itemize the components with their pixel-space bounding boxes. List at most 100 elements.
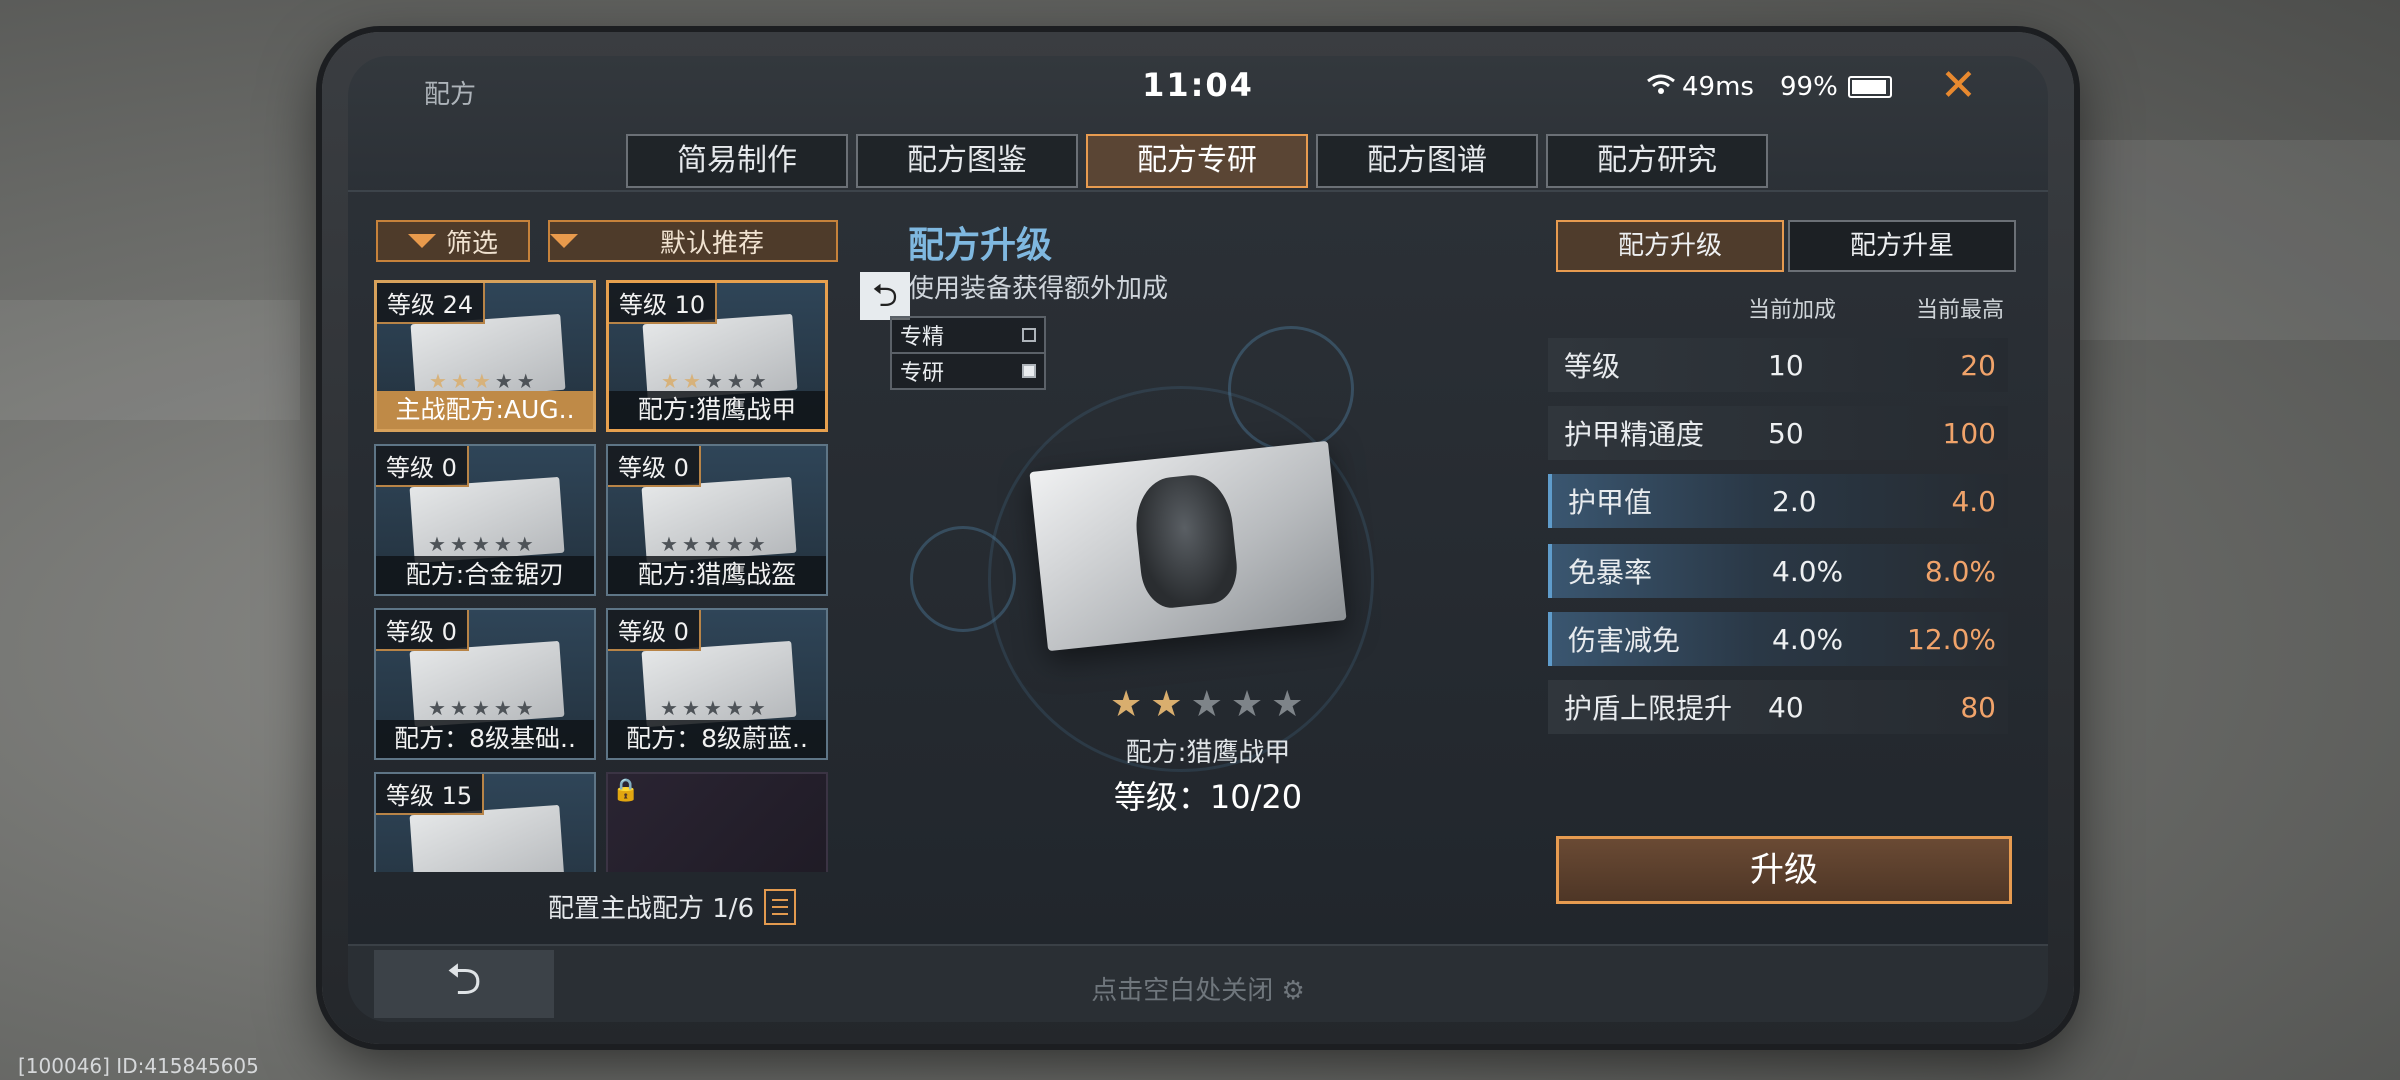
star-icon: ★ xyxy=(1230,684,1264,725)
card-stars: ★ ★ ★ ★ ★ xyxy=(660,532,766,556)
lock-icon: 🔒 xyxy=(612,778,640,803)
star-icon: ★ xyxy=(725,696,744,720)
battery-value: 99% xyxy=(1780,72,1838,102)
star-icon: ★ xyxy=(472,369,491,393)
star-icon: ★ xyxy=(515,696,534,720)
column-header-max: 当前最高 xyxy=(1916,298,2005,323)
status-bar: 配方 11:04 49ms 99% ✕ xyxy=(348,56,2048,116)
clipboard-icon xyxy=(764,888,797,925)
mode-label: 专精 xyxy=(900,325,945,350)
mode-label: 专研 xyxy=(900,361,945,386)
recipe-card-selected[interactable]: ★ ★ ★ ★ ★ 等级 10 配方:猎鹰战甲 xyxy=(606,280,828,432)
star-icon: ★ xyxy=(450,369,469,393)
star-icon: ★ xyxy=(1110,684,1143,725)
star-icon: ★ xyxy=(725,532,744,556)
stat-name: 护盾上限提升 xyxy=(1564,692,1733,725)
star-icon: ★ xyxy=(747,532,766,556)
card-name: 配方：8级蔚蓝.. xyxy=(608,720,826,758)
tab-simple-craft[interactable]: 简易制作 xyxy=(626,134,848,188)
ping-indicator: 49ms xyxy=(1646,72,1754,102)
star-icon: ★ xyxy=(429,369,447,393)
card-level: 等级 0 xyxy=(608,610,701,651)
star-icon: ★ xyxy=(681,696,700,720)
star-icon: ★ xyxy=(1271,684,1304,725)
recipe-card[interactable]: ★ ★ ★ ★ ★ 等级 0 配方：8级基础.. xyxy=(374,608,596,760)
background-stripe xyxy=(2080,140,2400,340)
card-name: 主战配方:AUG.. xyxy=(377,391,593,429)
star-icon: ★ xyxy=(449,696,468,720)
battery-icon xyxy=(1847,76,1892,98)
card-level: 等级 0 xyxy=(376,610,469,651)
star-icon: ★ xyxy=(516,369,535,393)
config-main-recipe[interactable]: 配置主战配方 1/6 xyxy=(548,888,797,925)
player-id: [100046] ID:415845605 xyxy=(18,1054,259,1078)
mode-option-specialize[interactable]: 专精 xyxy=(892,318,1044,354)
section-title: 配方升级 xyxy=(908,225,1053,266)
main-tabs: 简易制作 配方图鉴 配方专研 配方图谱 配方研究 xyxy=(626,134,1768,188)
return-icon[interactable]: ⮌ xyxy=(860,272,910,320)
card-name: 配方：8级基础.. xyxy=(376,720,594,758)
selected-recipe-level: 等级：10/20 xyxy=(1113,778,1303,816)
recipe-card[interactable]: ★ ★ ★ ★ ★ 等级 0 配方：8级蔚蓝.. xyxy=(606,608,828,760)
card-level: 等级 24 xyxy=(377,283,486,324)
star-icon: ★ xyxy=(661,369,679,393)
filter-button[interactable]: 筛选 xyxy=(376,220,530,262)
divider xyxy=(348,190,2048,192)
stat-max: 8.0% xyxy=(1924,554,1996,588)
card-stars: ★ ★ ★ ★ ★ xyxy=(428,696,534,720)
stat-name: 等级 xyxy=(1564,350,1621,383)
star-icon: ★ xyxy=(682,369,701,393)
stat-name: 护甲精通度 xyxy=(1564,418,1705,451)
card-level: 等级 0 xyxy=(376,446,469,487)
star-icon: ★ xyxy=(471,696,490,720)
stat-current: 4.0% xyxy=(1772,622,1844,656)
tab-recipe-research[interactable]: 配方研究 xyxy=(1546,134,1768,188)
card-name: 配方:合金锯刃 xyxy=(376,556,594,594)
gear-icon: ⚙ xyxy=(1281,976,1305,1006)
chevron-down-icon xyxy=(550,234,578,248)
recipe-card-locked[interactable]: 🔒 xyxy=(606,772,828,872)
stat-max: 100 xyxy=(1942,416,1996,450)
star-icon: ★ xyxy=(449,532,468,556)
star-icon: ★ xyxy=(704,369,723,393)
card-level: 等级 10 xyxy=(609,283,718,324)
recipe-card[interactable]: 等级 15 xyxy=(374,772,596,872)
star-icon: ★ xyxy=(703,532,722,556)
stat-row: 护盾上限提升 40 80 xyxy=(1548,680,2008,734)
stat-max: 20 xyxy=(1960,348,1996,382)
upgrade-button[interactable]: 升级 xyxy=(1556,836,2012,904)
tap-to-close-hint[interactable]: 点击空白处关闭 ⚙ xyxy=(348,970,2048,1007)
mode-selector: 专精 专研 xyxy=(890,316,1046,390)
star-icon: ★ xyxy=(726,369,745,393)
tab-recipe-upgrade[interactable]: 配方升级 xyxy=(1556,220,1784,272)
recipe-grid: ★ ★ ★ ★ ★ 等级 24 主战配方:AUG.. ★ ★ ★ ★ ★ 等级 10 配方:猎鹰… xyxy=(374,280,838,872)
tab-recipe-atlas[interactable]: 配方图谱 xyxy=(1316,134,1538,188)
card-level: 等级 0 xyxy=(608,446,701,487)
tab-recipe-study[interactable]: 配方专研 xyxy=(1086,134,1308,188)
selected-recipe-name: 配方:猎鹰战甲 xyxy=(1125,738,1291,768)
column-header-current: 当前加成 xyxy=(1748,298,1837,323)
star-icon: ★ xyxy=(660,696,678,720)
star-icon: ★ xyxy=(681,532,700,556)
checkbox[interactable] xyxy=(1022,364,1036,378)
ping-value: 49ms xyxy=(1682,72,1754,102)
stat-current: 2.0 xyxy=(1772,484,1817,518)
checkbox[interactable] xyxy=(1022,328,1036,342)
recipe-card[interactable]: ★ ★ ★ ★ ★ 等级 0 配方:猎鹰战盔 xyxy=(606,444,828,596)
stat-name: 伤害减免 xyxy=(1568,624,1681,657)
filter-label: 筛选 xyxy=(445,228,498,259)
tab-recipe-star-up[interactable]: 配方升星 xyxy=(1788,220,2016,272)
config-text: 配置主战配方 1/6 xyxy=(548,894,755,924)
close-icon[interactable]: ✕ xyxy=(1940,64,1977,108)
card-stars: ★ ★ ★ ★ ★ xyxy=(660,696,766,720)
card-stars: ★ ★ ★ ★ ★ xyxy=(429,369,535,393)
sort-dropdown[interactable]: 默认推荐 xyxy=(548,220,838,262)
battery-indicator: 99% xyxy=(1780,72,1892,102)
recipe-card[interactable]: ★ ★ ★ ★ ★ 等级 0 配方:合金锯刃 xyxy=(374,444,596,596)
tab-recipe-codex[interactable]: 配方图鉴 xyxy=(856,134,1078,188)
wifi-icon xyxy=(1646,72,1676,102)
mode-option-study[interactable]: 专研 xyxy=(892,354,1044,388)
recipe-card[interactable]: ★ ★ ★ ★ ★ 等级 24 主战配方:AUG.. xyxy=(374,280,596,432)
star-icon: ★ xyxy=(660,532,678,556)
background-stripe xyxy=(0,300,300,420)
